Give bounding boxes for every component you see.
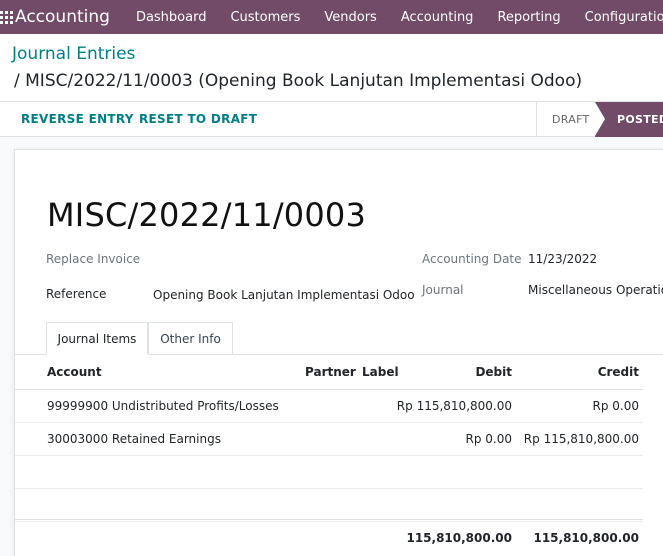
tab-other-info[interactable]: Other Info bbox=[148, 322, 233, 355]
nav-accounting[interactable]: Accounting bbox=[389, 10, 486, 25]
empty-row bbox=[15, 456, 643, 489]
breadcrumb-current-entry: / MISC/2022/11/0003 (Opening Book Lanjut… bbox=[14, 71, 583, 91]
nav-dashboard[interactable]: Dashboard bbox=[124, 10, 219, 25]
reference-label: Reference bbox=[46, 287, 107, 301]
row-credit: Rp 115,810,800.00 bbox=[523, 432, 639, 446]
row-debit: Rp 0.00 bbox=[465, 432, 513, 446]
column-partner[interactable]: Partner bbox=[305, 355, 356, 389]
action-bar: REVERSE ENTRY RESET TO DRAFT DRAFT POSTE… bbox=[0, 101, 663, 137]
row-account: 30003000 Retained Earnings bbox=[47, 432, 221, 446]
row-account: 99999900 Undistributed Profits/Losses bbox=[47, 399, 279, 413]
reset-to-draft-button[interactable]: RESET TO DRAFT bbox=[139, 112, 257, 126]
journal-label: Journal bbox=[422, 283, 464, 297]
table-row[interactable]: 30003000 Retained Earnings Rp 0.00 Rp 11… bbox=[15, 423, 643, 456]
row-debit: Rp 115,810,800.00 bbox=[396, 399, 512, 413]
status-posted: POSTED bbox=[595, 102, 663, 137]
journal-field[interactable]: Miscellaneous Operatio bbox=[528, 283, 663, 297]
tab-journal-items[interactable]: Journal Items bbox=[46, 322, 148, 355]
empty-row bbox=[15, 489, 643, 522]
top-navbar: Accounting Dashboard Customers Vendors A… bbox=[0, 0, 663, 34]
form-sheet: MISC/2022/11/0003 Replace Invoice Refere… bbox=[14, 149, 663, 556]
accounting-date-label: Accounting Date bbox=[422, 252, 522, 266]
reference-field[interactable]: Opening Book Lanjutan Implementasi Odoo bbox=[153, 288, 415, 302]
nav-vendors[interactable]: Vendors bbox=[312, 10, 388, 25]
reverse-entry-button[interactable]: REVERSE ENTRY bbox=[21, 112, 134, 126]
column-debit[interactable]: Debit bbox=[415, 355, 512, 389]
table-row[interactable]: 99999900 Undistributed Profits/Losses Rp… bbox=[15, 390, 643, 423]
nav-customers[interactable]: Customers bbox=[218, 10, 312, 25]
column-label[interactable]: Label bbox=[362, 355, 399, 389]
total-debit: 115,810,800.00 bbox=[406, 530, 512, 545]
app-menu-icon[interactable] bbox=[0, 0, 13, 34]
table-header: Account Partner Label Debit Credit bbox=[15, 355, 643, 390]
table-totals: 115,810,800.00 115,810,800.00 bbox=[15, 519, 643, 555]
journal-items-table: Account Partner Label Debit Credit 99999… bbox=[15, 355, 643, 522]
accounting-date-field[interactable]: 11/23/2022 bbox=[528, 252, 597, 266]
column-account[interactable]: Account bbox=[47, 355, 102, 389]
notebook-tabs: Journal Items Other Info bbox=[15, 322, 663, 355]
app-brand[interactable]: Accounting bbox=[15, 7, 110, 27]
total-credit: 115,810,800.00 bbox=[533, 530, 639, 545]
breadcrumb: Journal Entries / MISC/2022/11/0003 (Ope… bbox=[0, 34, 663, 101]
column-credit[interactable]: Credit bbox=[535, 355, 639, 389]
status-arrow bbox=[595, 102, 605, 136]
row-credit: Rp 0.00 bbox=[592, 399, 640, 413]
document-title: MISC/2022/11/0003 bbox=[47, 196, 367, 234]
nav-reporting[interactable]: Reporting bbox=[485, 10, 572, 25]
nav-configuration[interactable]: Configuration bbox=[573, 10, 663, 25]
breadcrumb-journal-entries[interactable]: Journal Entries bbox=[12, 44, 135, 64]
replace-invoice-label: Replace Invoice bbox=[46, 252, 141, 266]
